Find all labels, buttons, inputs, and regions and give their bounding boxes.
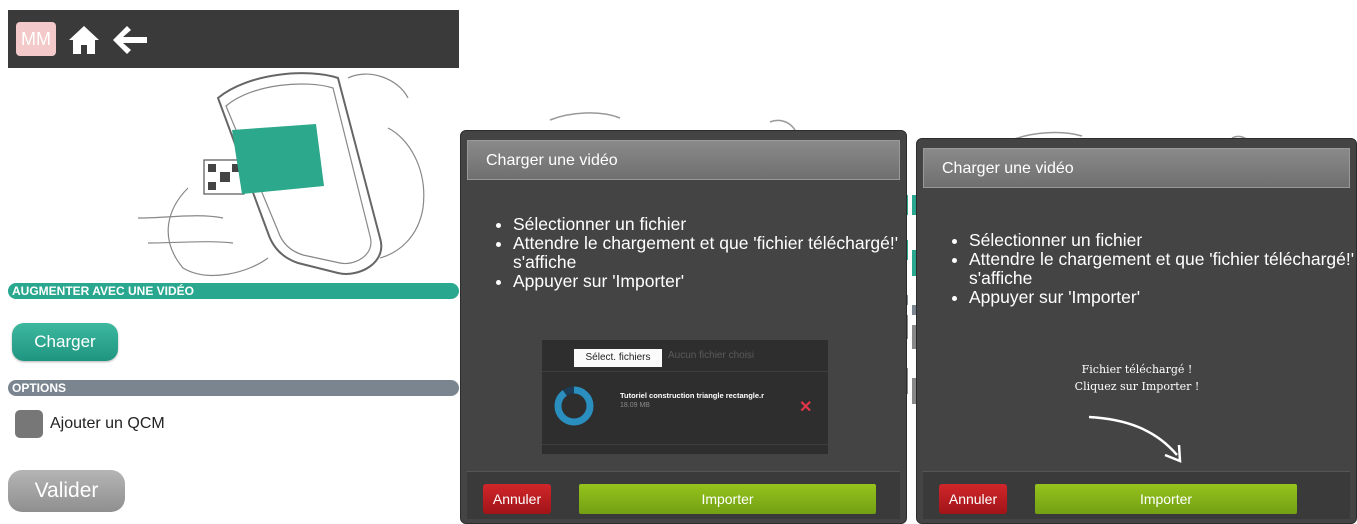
- instructions-list: Sélectionner un fichier Attendre le char…: [969, 231, 1356, 307]
- dialog-footer: Annuler Importer: [923, 471, 1350, 519]
- instruction-item: Sélectionner un fichier: [513, 215, 906, 234]
- instruction-item: Attendre le chargement et que 'fichier t…: [969, 250, 1356, 288]
- top-bar: MM: [8, 10, 459, 68]
- instruction-item: Attendre le chargement et que 'fichier t…: [513, 234, 906, 272]
- upload-complete-message: Fichier téléchargé ! Cliquez sur Importe…: [1037, 361, 1237, 395]
- upload-dialog-panel-progress: Charger une vidéo Sélectionner un fichie…: [460, 0, 908, 524]
- cancel-button[interactable]: Annuler: [939, 484, 1007, 514]
- qcm-label: Ajouter un QCM: [50, 415, 165, 432]
- divider: [542, 444, 828, 445]
- home-icon[interactable]: [66, 22, 102, 58]
- file-size: 18.09 MB: [620, 402, 650, 409]
- dialog-title: Charger une vidéo: [467, 140, 900, 180]
- logo-icon[interactable]: MM: [16, 22, 56, 56]
- section-options: OPTIONS: [8, 380, 459, 396]
- file-upload-widget: Sélect. fichiers Aucun fichier choisi Tu…: [542, 340, 828, 454]
- section-augment-video: AUGMENTER AVEC UNE VIDÉO: [8, 283, 459, 299]
- instructions-list: Sélectionner un fichier Attendre le char…: [513, 215, 906, 291]
- valider-button[interactable]: Valider: [8, 470, 125, 512]
- dialog-footer: Annuler Importer: [467, 471, 900, 519]
- upload-dialog: Charger une vidéo Sélectionner un fichie…: [916, 138, 1357, 524]
- cancel-button[interactable]: Annuler: [483, 484, 551, 514]
- divider: [542, 371, 828, 372]
- charger-button[interactable]: Charger: [12, 323, 118, 361]
- back-arrow-icon[interactable]: [110, 22, 150, 58]
- instruction-item: Sélectionner un fichier: [969, 231, 1356, 250]
- import-button[interactable]: Importer: [579, 484, 876, 514]
- upload-dialog-panel-complete: Charger une vidéo Sélectionner un fichie…: [912, 0, 1357, 524]
- message-line: Fichier téléchargé !: [1081, 363, 1193, 376]
- select-files-button[interactable]: Sélect. fichiers: [574, 349, 662, 367]
- curved-arrow-icon: [1088, 415, 1182, 463]
- phone-scanning-illustration: [137, 72, 425, 276]
- progress-ring-icon: [554, 386, 594, 426]
- screenshot-collage: MM AUGMENTER AVEC UNE VIDÉO Charger OPTI…: [0, 0, 1357, 524]
- file-name: Tutoriel construction triangle rectangle…: [620, 391, 765, 400]
- instruction-item: Appuyer sur 'Importer': [969, 288, 1356, 307]
- dialog-title: Charger une vidéo: [923, 148, 1350, 188]
- mobile-app-page: MM AUGMENTER AVEC UNE VIDÉO Charger OPTI…: [8, 10, 459, 524]
- instruction-item: Appuyer sur 'Importer': [513, 272, 906, 291]
- import-button[interactable]: Importer: [1035, 484, 1297, 514]
- no-file-text: Aucun fichier choisi: [668, 350, 755, 361]
- close-icon[interactable]: ✕: [799, 400, 812, 416]
- message-line: Cliquez sur Importer !: [1074, 380, 1200, 393]
- upload-dialog: Charger une vidéo Sélectionner un fichie…: [460, 130, 907, 524]
- qcm-checkbox[interactable]: [15, 410, 43, 438]
